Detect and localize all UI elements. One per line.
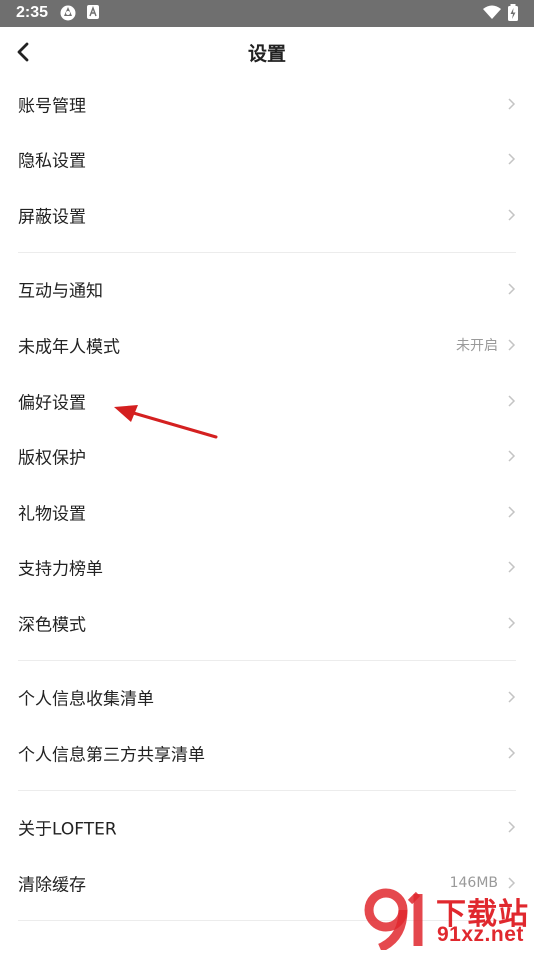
settings-item-label: 版权保护 bbox=[18, 448, 86, 469]
chevron-right-icon bbox=[508, 821, 516, 833]
chevron-right-icon bbox=[508, 450, 516, 462]
settings-item-label: 未成年人模式 bbox=[18, 337, 120, 358]
settings-item-interaction-notification[interactable]: 互动与通知 bbox=[0, 261, 534, 317]
chevron-right-icon bbox=[508, 691, 516, 703]
chevron-right-icon bbox=[508, 617, 516, 629]
settings-item-copyright[interactable]: 版权保护 bbox=[0, 428, 534, 484]
chevron-right-icon bbox=[508, 561, 516, 573]
settings-item-label: 账号管理 bbox=[18, 96, 86, 117]
chevron-right-icon bbox=[508, 747, 516, 759]
settings-item-preferences[interactable]: 偏好设置 bbox=[0, 373, 534, 429]
wifi-icon bbox=[482, 4, 502, 24]
watermark-logo-icon bbox=[364, 888, 423, 953]
status-time: 2:35 bbox=[16, 4, 49, 21]
battery-icon bbox=[507, 4, 519, 26]
app-notification-icon bbox=[86, 4, 100, 24]
settings-item-support-ranking[interactable]: 支持力榜单 bbox=[0, 539, 534, 595]
chevron-right-icon bbox=[508, 153, 516, 165]
settings-item-gift[interactable]: 礼物设置 bbox=[0, 484, 534, 540]
page-title: 设置 bbox=[247, 43, 286, 65]
settings-item-dark-mode[interactable]: 深色模式 bbox=[0, 595, 534, 651]
settings-item-minor-mode[interactable]: 未成年人模式 未开启 bbox=[0, 317, 534, 373]
minor-mode-status: 未开启 bbox=[456, 338, 498, 354]
settings-item-label: 互动与通知 bbox=[18, 281, 103, 302]
chevron-right-icon bbox=[508, 98, 516, 110]
top-bar: 设置 bbox=[0, 27, 534, 77]
settings-item-block[interactable]: 屏蔽设置 bbox=[0, 187, 534, 243]
settings-item-label: 深色模式 bbox=[18, 615, 86, 636]
status-bar: 2:35 bbox=[0, 0, 534, 27]
settings-item-third-party-sharing-list[interactable]: 个人信息第三方共享清单 bbox=[0, 725, 534, 781]
divider bbox=[18, 660, 516, 661]
settings-item-label: 屏蔽设置 bbox=[18, 207, 86, 228]
settings-item-label: 个人信息收集清单 bbox=[18, 689, 154, 710]
settings-item-about[interactable]: 关于LOFTER bbox=[0, 799, 534, 855]
settings-item-label: 个人信息第三方共享清单 bbox=[18, 745, 205, 766]
chevron-right-icon bbox=[508, 209, 516, 221]
settings-item-label: 礼物设置 bbox=[18, 504, 86, 525]
settings-item-privacy[interactable]: 隐私设置 bbox=[0, 131, 534, 187]
settings-item-label: 清除缓存 bbox=[18, 875, 86, 896]
chevron-right-icon bbox=[508, 395, 516, 407]
divider bbox=[18, 790, 516, 791]
settings-item-info-collection-list[interactable]: 个人信息收集清单 bbox=[0, 669, 534, 725]
settings-item-label: 偏好设置 bbox=[18, 393, 86, 414]
watermark-domain: 91xz.net bbox=[437, 923, 524, 946]
chevron-right-icon bbox=[508, 283, 516, 295]
divider bbox=[18, 252, 516, 253]
settings-item-label: 关于LOFTER bbox=[18, 819, 117, 840]
settings-item-label: 支持力榜单 bbox=[18, 559, 103, 580]
chevron-right-icon bbox=[508, 506, 516, 518]
chevron-right-icon bbox=[508, 339, 516, 351]
vpn-icon bbox=[59, 4, 77, 26]
settings-item-label: 隐私设置 bbox=[18, 151, 86, 172]
settings-item-account-management[interactable]: 账号管理 bbox=[0, 76, 534, 132]
